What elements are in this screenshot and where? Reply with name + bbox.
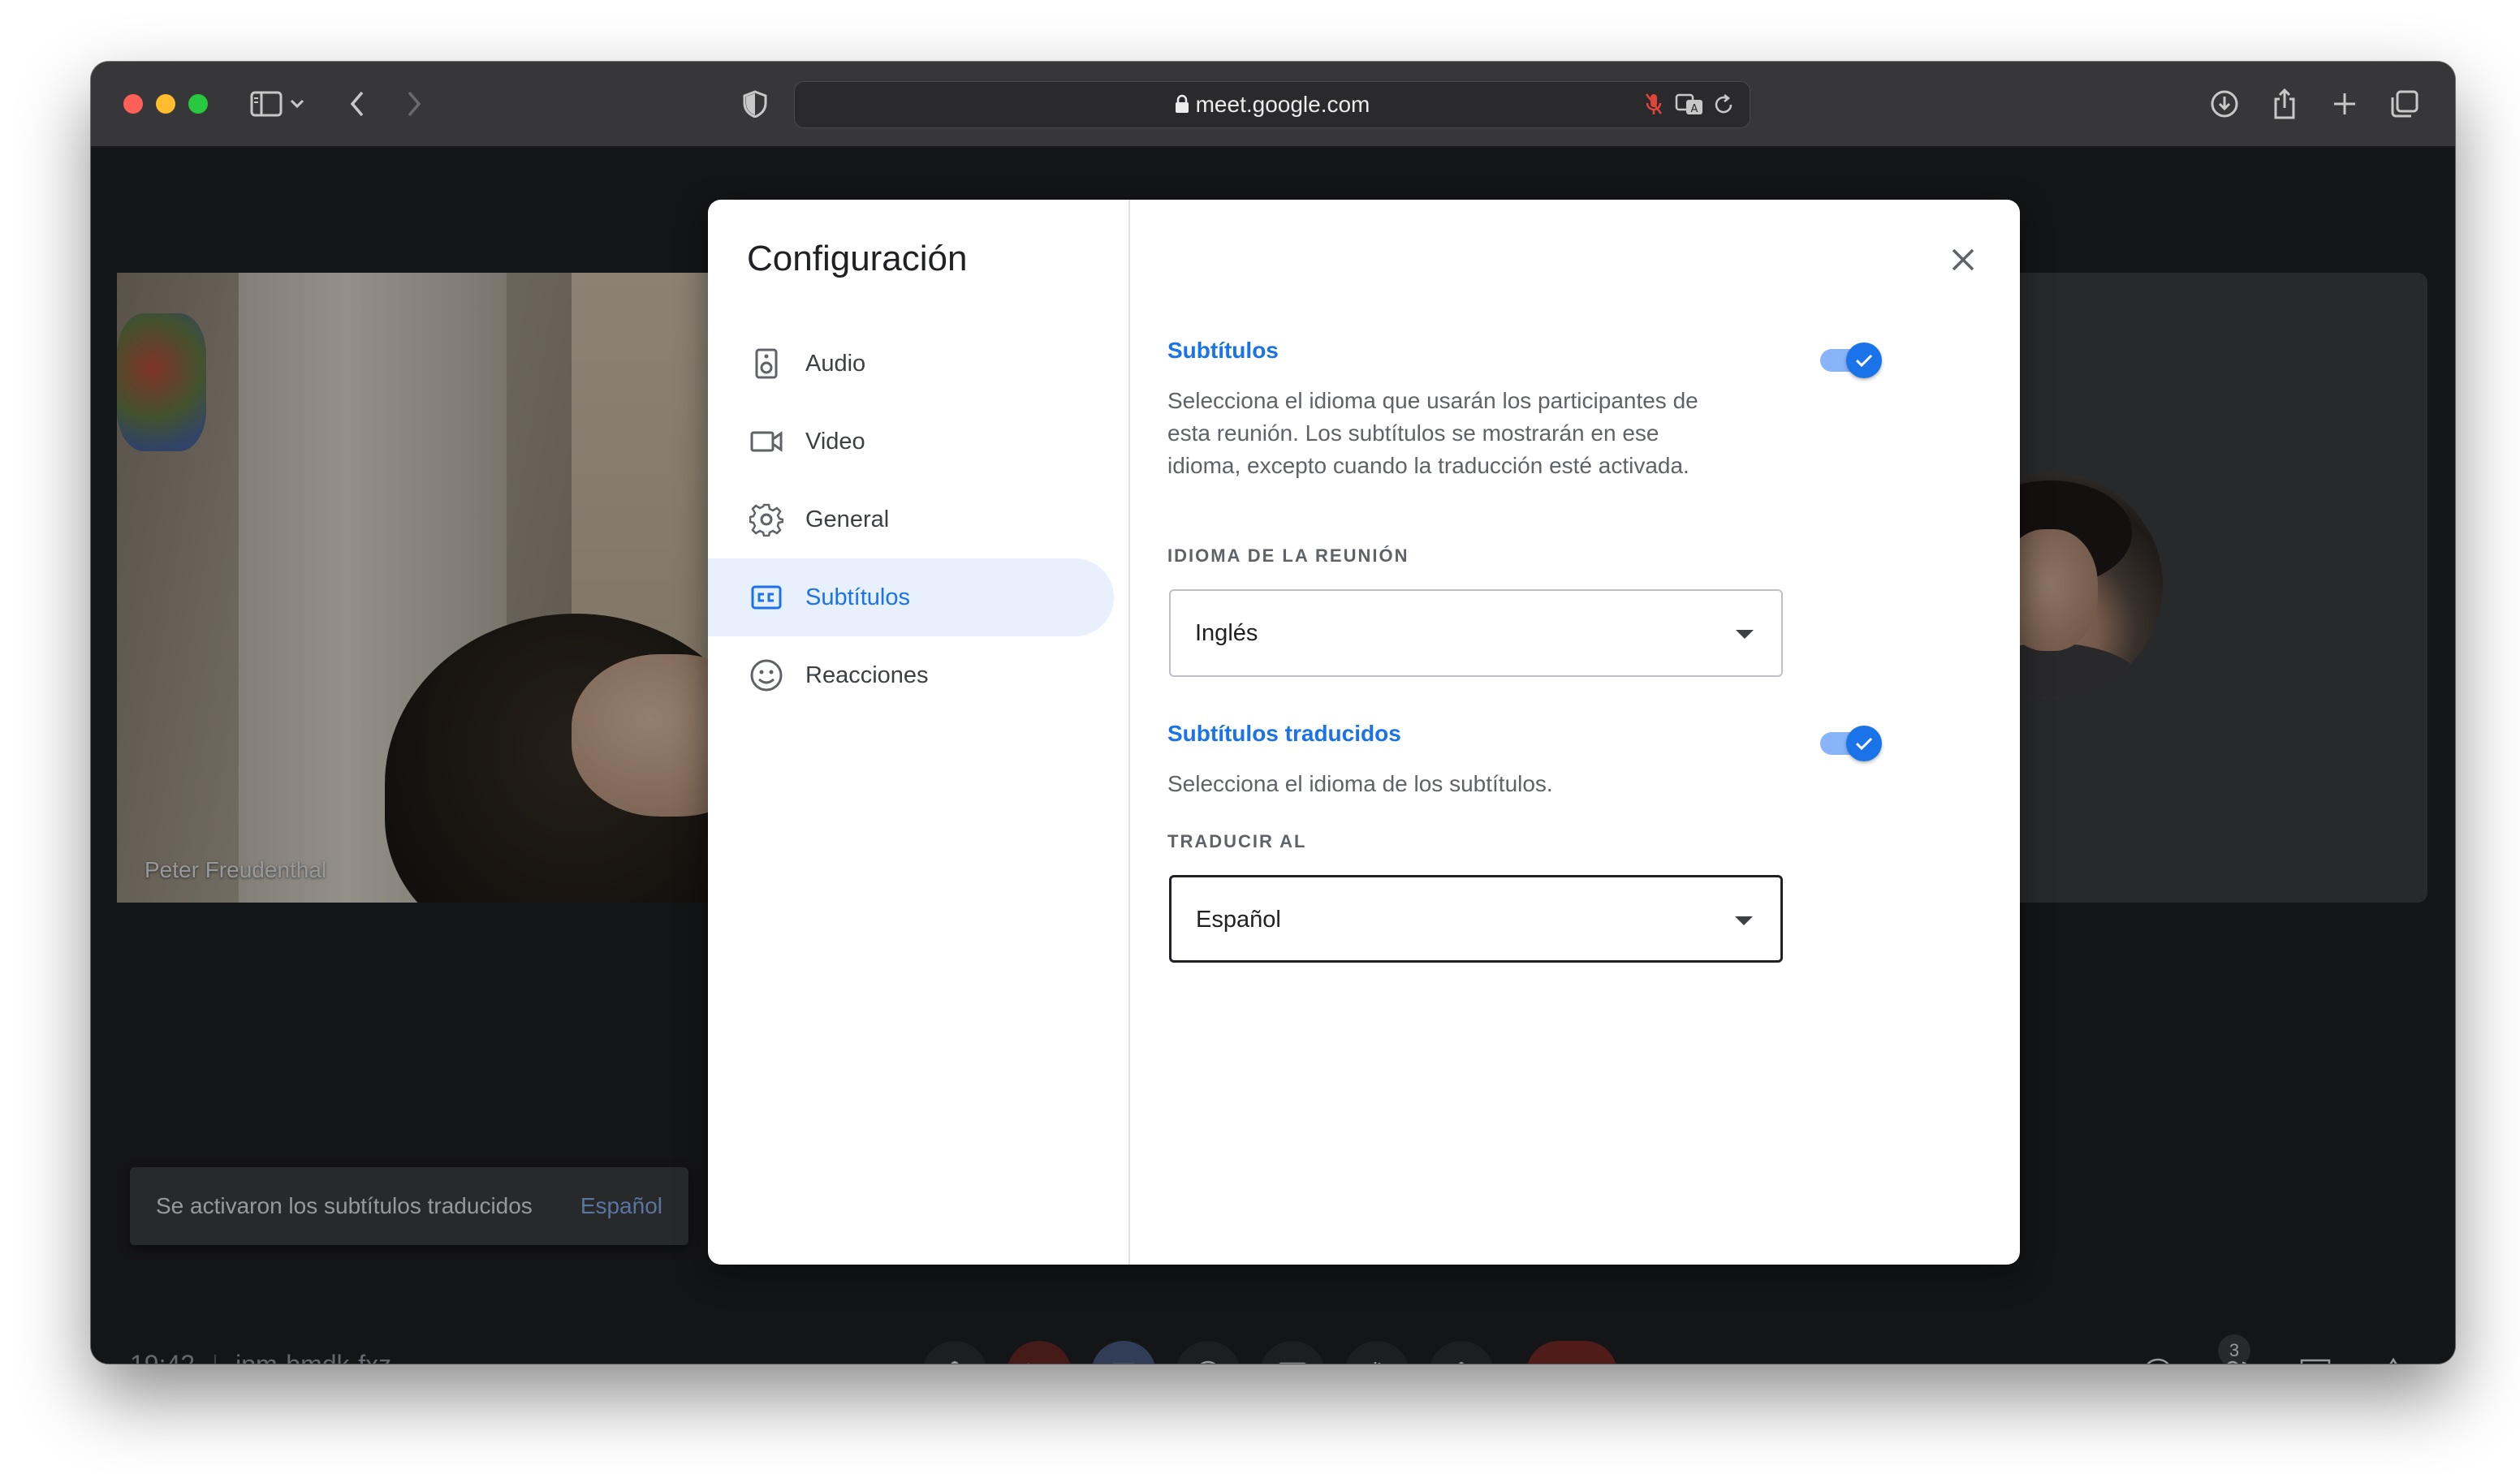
sidebar-icon[interactable] <box>245 83 287 125</box>
browser-toolbar: meet.google.com A <box>91 62 2455 148</box>
close-dialog-button[interactable] <box>1940 237 1986 282</box>
nav-item-audio[interactable]: Audio <box>708 325 1114 403</box>
nav-item-video[interactable]: Video <box>708 403 1114 481</box>
minimize-window-button[interactable] <box>156 94 175 114</box>
nav-label: Reacciones <box>805 662 929 688</box>
settings-dialog: Configuración Audio Video General Subtít… <box>708 200 2020 1265</box>
meeting-language-label: IDIOMA DE LA REUNIÓN <box>1167 545 1409 566</box>
url-text: meet.google.com <box>1195 92 1370 117</box>
nav-label: Video <box>805 428 865 455</box>
close-window-button[interactable] <box>123 94 143 114</box>
dropdown-arrow-icon <box>1736 630 1754 639</box>
gear-icon <box>747 500 786 539</box>
captions-description: Selecciona el idioma que usarán los part… <box>1167 388 1698 478</box>
close-icon <box>1952 248 1974 271</box>
nav-label: Audio <box>805 350 866 377</box>
settings-sidebar: Configuración Audio Video General Subtít… <box>708 200 1130 1265</box>
translated-captions-description: Selecciona el idioma de los subtítulos. <box>1167 771 1553 796</box>
translate-icon[interactable]: A <box>1675 92 1706 122</box>
meeting-language-select[interactable]: Inglés <box>1169 589 1783 677</box>
shield-icon[interactable] <box>734 83 776 125</box>
mic-muted-icon[interactable] <box>1644 92 1663 122</box>
captions-toggle[interactable] <box>1820 339 1882 381</box>
browser-window: meet.google.com A Peter Freudenthal 3 Se… <box>91 62 2455 1364</box>
address-bar[interactable]: meet.google.com A <box>794 81 1750 128</box>
lock-icon <box>1175 84 1189 129</box>
smiley-icon <box>747 656 786 695</box>
translate-to-select[interactable]: Español <box>1169 875 1783 963</box>
reload-icon[interactable] <box>1712 93 1735 120</box>
translate-to-label: TRADUCIR AL <box>1167 831 1307 851</box>
forward-icon[interactable] <box>393 83 435 125</box>
translated-captions-toggle[interactable] <box>1820 722 1882 765</box>
chevron-down-icon[interactable] <box>283 83 312 125</box>
nav-item-subtitulos[interactable]: Subtítulos <box>708 558 1114 636</box>
svg-text:A: A <box>1691 103 1698 115</box>
nav-item-reacciones[interactable]: Reacciones <box>708 636 1114 714</box>
videocam-icon <box>747 422 786 461</box>
captions-title: Subtítulos <box>1167 338 1279 363</box>
nav-label: General <box>805 506 890 532</box>
dropdown-arrow-icon <box>1735 916 1753 925</box>
closed-caption-icon <box>747 578 786 617</box>
speaker-icon <box>747 344 786 383</box>
translated-captions-title: Subtítulos traducidos <box>1167 721 1401 746</box>
share-icon[interactable] <box>2263 83 2306 125</box>
tabs-overview-icon[interactable] <box>2384 83 2426 125</box>
translate-to-value: Español <box>1196 907 1281 933</box>
check-icon <box>1855 737 1873 751</box>
new-tab-icon[interactable] <box>2324 83 2366 125</box>
dialog-title: Configuración <box>747 239 968 278</box>
nav-label: Subtítulos <box>805 584 910 610</box>
nav-item-general[interactable]: General <box>708 481 1114 558</box>
download-icon[interactable] <box>2203 83 2246 125</box>
meeting-language-value: Inglés <box>1195 620 1258 646</box>
back-icon[interactable] <box>336 83 378 125</box>
check-icon <box>1855 354 1873 368</box>
zoom-window-button[interactable] <box>188 94 208 114</box>
